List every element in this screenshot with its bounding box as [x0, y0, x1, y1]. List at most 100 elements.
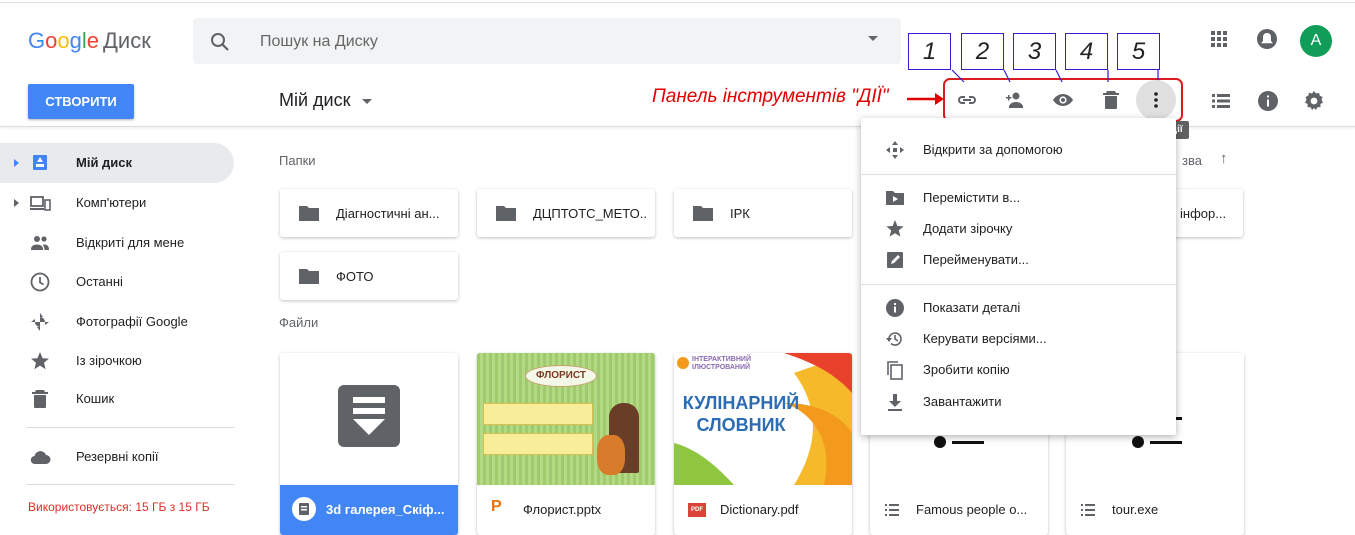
- more-vert-icon[interactable]: [1144, 88, 1168, 112]
- file-name: tour.exe: [1112, 502, 1159, 517]
- folder-card[interactable]: Діагностичні ан...: [280, 189, 458, 237]
- thumbnail-bouquet: [597, 435, 625, 475]
- callout-number: 3: [1013, 33, 1056, 70]
- menu-item-add-star[interactable]: Додати зірочку: [861, 213, 1176, 245]
- menu-item-download[interactable]: Завантажити: [861, 386, 1176, 418]
- more-actions-menu: Відкрити за допомогою Перемістити в... Д…: [861, 118, 1176, 435]
- cloud-icon: [30, 451, 51, 465]
- preview-icon[interactable]: [1051, 88, 1075, 112]
- delete-icon[interactable]: [1099, 88, 1123, 112]
- sidebar-item-backups[interactable]: Резервні копії: [0, 437, 234, 477]
- sidebar-item-trash[interactable]: Кошик: [0, 379, 234, 419]
- sidebar-item-label: Останні: [76, 274, 123, 289]
- sort-direction-icon[interactable]: ↑: [1220, 150, 1228, 167]
- expand-arrow-icon[interactable]: [14, 159, 19, 167]
- file-footer: PDF Dictionary.pdf: [674, 485, 852, 535]
- get-link-icon[interactable]: [955, 88, 979, 112]
- menu-divider: [861, 284, 1176, 285]
- search-icon[interactable]: [208, 30, 232, 54]
- computers-icon: [30, 196, 51, 211]
- file-thumbnail: ФЛОРИСТ: [477, 353, 655, 485]
- folder-icon: [299, 206, 319, 221]
- menu-item-label: Керувати версіями...: [923, 331, 1047, 346]
- thumbnail-bullet: [1132, 436, 1144, 448]
- thumbnail-title: КУЛІНАРНИЙ: [682, 393, 800, 413]
- sidebar-item-label: Резервні копії: [76, 449, 159, 464]
- sidebar-item-starred[interactable]: Із зірочкою: [0, 341, 234, 381]
- top-divider: [0, 2, 1355, 3]
- notifications-icon[interactable]: [1256, 28, 1278, 50]
- callout-connectors: [951, 69, 1159, 83]
- logo-letter: G: [28, 28, 46, 53]
- sidebar-item-label: Комп'ютери: [76, 195, 147, 210]
- folder-card[interactable]: ДЦПТОТС_МЕТО...: [477, 189, 655, 237]
- file-thumbnail: ІНТЕРАКТИВНИЙ ІЛЮСТРОВАНИЙ КУЛІНАРНИЙ СЛ…: [674, 353, 852, 485]
- files-section-label: Файли: [279, 315, 319, 330]
- file-footer: Famous people o...: [870, 485, 1048, 535]
- toolbar-annotation: Панель інструментів "ДІЇ": [652, 86, 889, 107]
- sidebar-item-shared[interactable]: Відкриті для мене: [0, 223, 234, 263]
- sidebar-item-computers[interactable]: Комп'ютери: [0, 183, 234, 223]
- folder-card[interactable]: ІРК: [674, 189, 852, 237]
- folder-icon: [693, 206, 713, 221]
- list-view-icon[interactable]: [1210, 90, 1232, 112]
- sidebar-item-google-photos[interactable]: Фотографії Google: [0, 302, 234, 342]
- menu-item-versions[interactable]: Керувати версіями...: [861, 323, 1176, 355]
- location-title[interactable]: Мій диск: [279, 90, 350, 111]
- callout-number: 1: [908, 33, 951, 70]
- annotation-arrow-icon: [907, 93, 944, 105]
- folder-card[interactable]: ФОТО: [280, 252, 458, 300]
- clock-icon: [30, 272, 50, 292]
- file-card[interactable]: 3d галерея_Скіф...: [280, 353, 458, 535]
- sidebar-item-recent[interactable]: Останні: [0, 262, 234, 302]
- storage-usage-link[interactable]: Використовується: 15 ГБ з 15 ГБ: [28, 500, 210, 514]
- file-thumbnail: [280, 353, 458, 485]
- file-name: 3d галерея_Скіф...: [326, 502, 445, 517]
- sort-by-name[interactable]: зва: [1182, 153, 1202, 168]
- rename-icon: [887, 252, 903, 268]
- star-icon: [31, 352, 49, 370]
- callout-number: 5: [1117, 33, 1160, 70]
- google-drive-logo[interactable]: Google Диск: [28, 28, 151, 54]
- location-dropdown-icon[interactable]: [362, 99, 372, 104]
- sidebar-item-label: Фотографії Google: [76, 314, 188, 329]
- folder-icon: [299, 269, 319, 284]
- sidebar-divider: [26, 484, 234, 485]
- expand-arrow-icon[interactable]: [14, 199, 19, 207]
- thumbnail-title: СЛОВНИК: [696, 415, 786, 435]
- search-input[interactable]: [260, 30, 820, 54]
- account-avatar[interactable]: A: [1300, 25, 1332, 57]
- sidebar-item-label: Із зірочкою: [76, 353, 142, 368]
- create-button[interactable]: СТВОРИТИ: [28, 84, 134, 119]
- file-card[interactable]: ІНТЕРАКТИВНИЙ ІЛЮСТРОВАНИЙ КУЛІНАРНИЙ СЛ…: [674, 353, 852, 535]
- file-name: Famous people o...: [916, 502, 1028, 517]
- logo-letter: g: [69, 28, 82, 53]
- thumbnail-line: [1150, 441, 1182, 444]
- file-card[interactable]: ФЛОРИСТ P Флорист.pptx: [477, 353, 655, 535]
- folder-name: Діагностичні ан...: [336, 206, 440, 221]
- menu-item-label: Перейменувати...: [923, 252, 1029, 267]
- document-type-icon: [338, 385, 400, 447]
- share-icon[interactable]: [1002, 88, 1026, 112]
- pdf-file-icon: PDF: [688, 503, 706, 517]
- menu-item-label: Показати деталі: [923, 300, 1021, 315]
- settings-icon[interactable]: [1302, 89, 1326, 113]
- callout-number: 4: [1065, 33, 1108, 70]
- open-with-icon: [886, 141, 904, 159]
- menu-item-open-with[interactable]: Відкрити за допомогою: [861, 134, 1176, 166]
- search-options-dropdown-icon[interactable]: [868, 36, 878, 41]
- sidebar-item-my-drive[interactable]: Мій диск: [0, 143, 234, 183]
- thumbnail-textbox: [483, 403, 593, 425]
- info-icon: [886, 299, 904, 317]
- star-icon: [886, 220, 904, 237]
- menu-item-rename[interactable]: Перейменувати...: [861, 244, 1176, 276]
- doc-file-icon: [292, 497, 316, 521]
- menu-item-copy[interactable]: Зробити копію: [861, 354, 1176, 386]
- folder-icon: [496, 206, 516, 221]
- menu-item-details[interactable]: Показати деталі: [861, 292, 1176, 324]
- menu-item-move[interactable]: Перемістити в...: [861, 182, 1176, 214]
- thumbnail-line: [952, 441, 984, 444]
- info-icon[interactable]: [1256, 89, 1280, 113]
- folders-section-label: Папки: [279, 153, 316, 168]
- apps-grid-icon[interactable]: [1209, 29, 1229, 49]
